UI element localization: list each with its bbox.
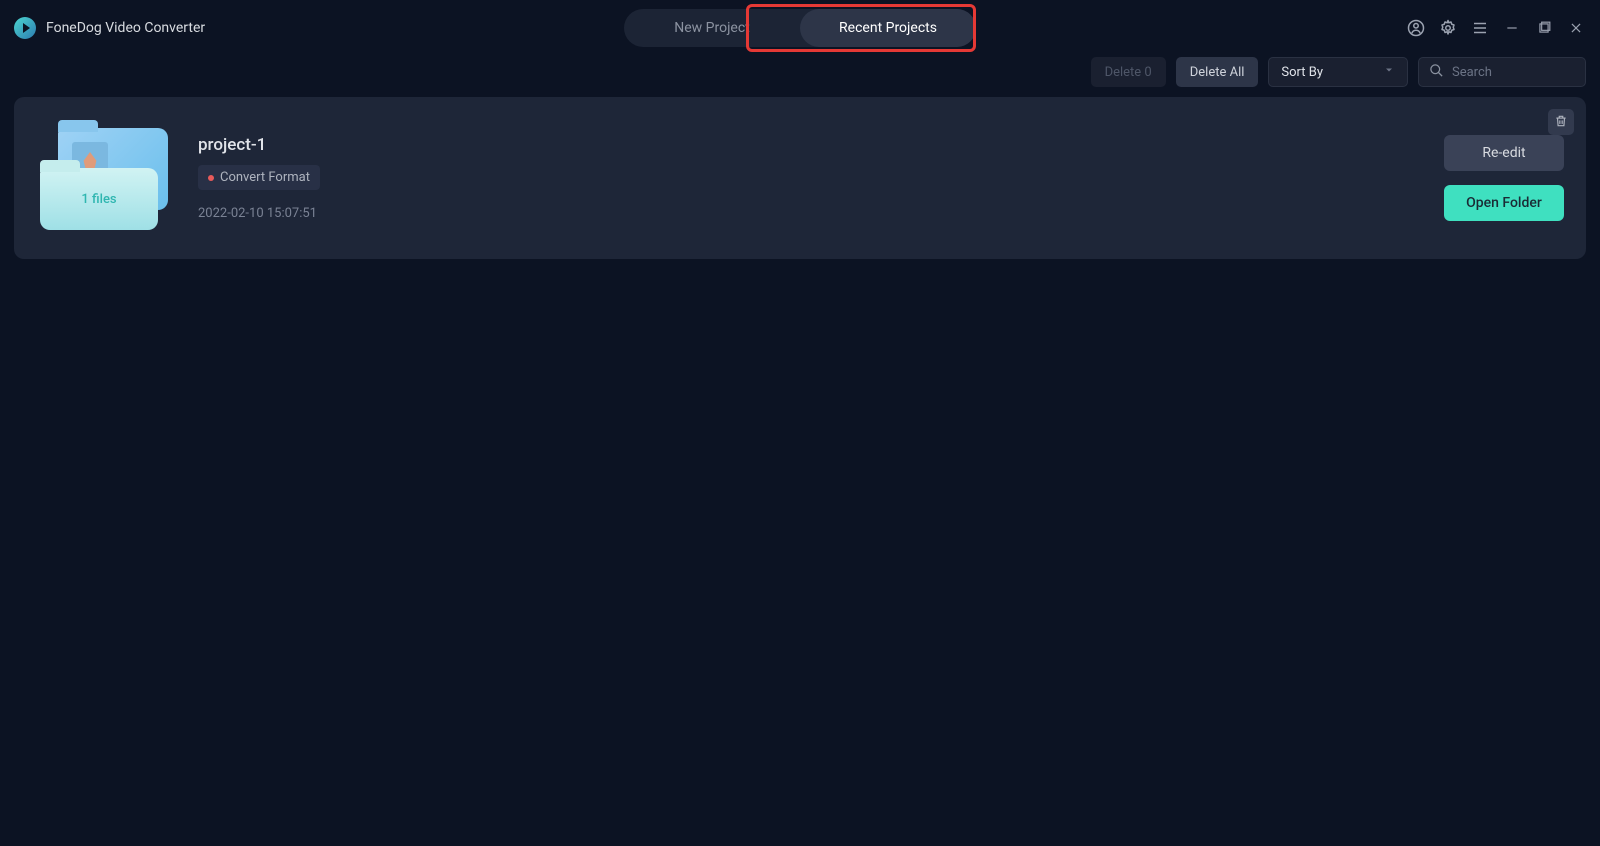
status-dot-icon [208, 175, 214, 181]
open-folder-button[interactable]: Open Folder [1444, 185, 1564, 221]
logo-area: FoneDog Video Converter [14, 17, 205, 39]
sort-by-dropdown[interactable]: Sort By [1268, 57, 1408, 87]
trash-icon [1554, 113, 1568, 132]
content-area: 1 files project-1 Convert Format 2022-02… [0, 89, 1600, 267]
project-card: 1 files project-1 Convert Format 2022-02… [14, 97, 1586, 259]
project-tag: Convert Format [198, 165, 320, 190]
menu-icon[interactable] [1470, 18, 1490, 38]
app-logo-icon [14, 17, 36, 39]
project-info: project-1 Convert Format 2022-02-10 15:0… [198, 135, 320, 221]
settings-icon[interactable] [1438, 18, 1458, 38]
delete-all-button[interactable]: Delete All [1176, 57, 1259, 87]
search-icon [1429, 63, 1444, 82]
delete-project-button[interactable] [1548, 109, 1574, 135]
minimize-icon[interactable] [1502, 18, 1522, 38]
tab-new-project[interactable]: New Project [624, 9, 800, 47]
maximize-icon[interactable] [1534, 18, 1554, 38]
user-icon[interactable] [1406, 18, 1426, 38]
tab-switcher: New Project Recent Projects [624, 9, 976, 47]
chevron-down-icon [1383, 64, 1395, 80]
search-input[interactable] [1452, 65, 1575, 80]
project-timestamp: 2022-02-10 15:07:51 [198, 206, 320, 221]
tab-recent-projects[interactable]: Recent Projects [800, 9, 976, 47]
folder-files-label: 1 files [40, 168, 158, 230]
toolbar: Delete 0 Delete All Sort By [0, 55, 1600, 89]
app-title: FoneDog Video Converter [46, 20, 205, 36]
delete-selected-button[interactable]: Delete 0 [1091, 57, 1166, 87]
project-folder-icon: 1 files [40, 128, 170, 228]
reedit-button[interactable]: Re-edit [1444, 135, 1564, 171]
project-actions: Re-edit Open Folder [1444, 135, 1564, 221]
window-controls [1406, 18, 1586, 38]
close-icon[interactable] [1566, 18, 1586, 38]
search-box[interactable] [1418, 57, 1586, 87]
project-name: project-1 [198, 135, 320, 155]
project-tag-label: Convert Format [220, 170, 310, 185]
titlebar: FoneDog Video Converter New Project Rece… [0, 0, 1600, 55]
sort-by-label: Sort By [1281, 65, 1323, 80]
